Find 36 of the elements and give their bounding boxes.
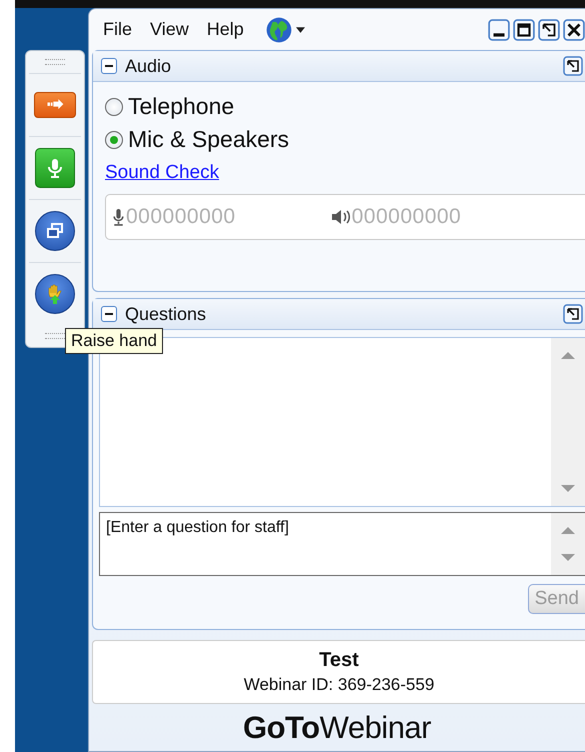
close-icon[interactable]: [563, 18, 585, 40]
question-input-field[interactable]: [Enter a question for staff]: [99, 512, 551, 576]
minimize-icon[interactable]: [488, 18, 510, 40]
webinar-title: Test: [319, 649, 359, 672]
radio-label: Mic & Speakers: [128, 126, 290, 153]
caret-icon: [296, 26, 305, 32]
microphone-icon: [112, 208, 125, 226]
toolbar-button[interactable]: [35, 148, 75, 188]
maximize-icon[interactable]: [513, 18, 535, 40]
menu-item[interactable]: Help: [206, 19, 244, 40]
mic-level-reading: 000000000: [126, 205, 236, 229]
popout-icon[interactable]: [538, 18, 560, 40]
toolbar-button[interactable]: [35, 211, 75, 251]
globe-icon: [266, 16, 292, 42]
webinar-id: Webinar ID: 369-236-559: [244, 675, 434, 695]
toolbar-button[interactable]: [34, 92, 76, 118]
menu-item[interactable]: File: [103, 19, 132, 40]
radio-label: Telephone: [128, 93, 234, 120]
toolbar-button[interactable]: [35, 274, 75, 314]
scrollbar[interactable]: [551, 512, 585, 576]
radio-button[interactable]: [105, 98, 123, 116]
panel-title: Questions: [125, 304, 208, 324]
speaker-icon: [330, 209, 351, 225]
scrollbar[interactable]: [551, 338, 585, 506]
language-menu[interactable]: [266, 16, 305, 42]
sound-check-link[interactable]: Sound Check: [105, 162, 220, 184]
popout-icon[interactable]: [563, 304, 583, 324]
popout-icon[interactable]: [563, 56, 583, 76]
collapse-button[interactable]: [101, 306, 117, 322]
menu-item[interactable]: View: [150, 19, 189, 40]
logo: GoToWebinar: [243, 710, 431, 746]
radio-button[interactable]: [105, 130, 123, 148]
tooltip: Raise hand: [65, 328, 164, 354]
collapse-button[interactable]: [101, 58, 117, 74]
panel-title: Audio: [125, 56, 172, 76]
speaker-level-reading: 000000000: [352, 205, 462, 229]
